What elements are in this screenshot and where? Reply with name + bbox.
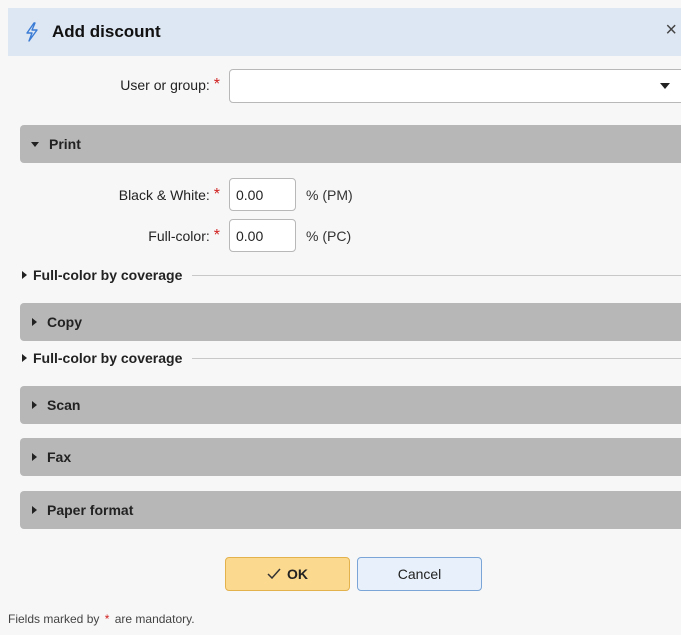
caret-right-icon — [32, 453, 37, 461]
required-mark: * — [104, 612, 110, 626]
black-white-unit: % (PM) — [306, 186, 353, 203]
required-mark: * — [213, 186, 220, 203]
cancel-button[interactable]: Cancel — [357, 557, 482, 591]
footnote-suffix: are mandatory. — [114, 612, 195, 626]
black-white-label: Black & White: — [118, 187, 210, 203]
full-color-input[interactable] — [229, 219, 296, 252]
full-color-label: Full-color: — [148, 228, 210, 244]
full-color-input-row: % (PC) — [229, 219, 351, 252]
caret-right-icon — [32, 506, 37, 514]
lightning-icon — [22, 21, 42, 43]
caret-down-icon — [31, 141, 39, 147]
section-paper-format[interactable]: Paper format — [20, 491, 681, 529]
full-color-unit: % (PC) — [306, 227, 352, 244]
copy-coverage-label: Full-color by coverage — [33, 350, 183, 366]
section-paper-format-label: Paper format — [47, 502, 134, 518]
ok-button-label: OK — [287, 566, 308, 582]
required-mark: * — [213, 227, 220, 244]
required-mark: * — [213, 76, 220, 93]
dialog-title-bar: Add discount × — [8, 8, 681, 56]
section-copy-label: Copy — [47, 314, 82, 330]
divider — [192, 357, 681, 359]
close-icon[interactable]: × — [665, 20, 677, 40]
black-white-input-row: % (PM) — [229, 178, 353, 211]
section-print[interactable]: Print — [20, 125, 681, 163]
section-print-label: Print — [49, 136, 81, 152]
cancel-button-label: Cancel — [397, 566, 442, 582]
section-fax[interactable]: Fax — [20, 438, 681, 476]
black-white-input[interactable] — [229, 178, 296, 211]
print-coverage-label: Full-color by coverage — [33, 267, 183, 283]
check-icon — [267, 566, 281, 582]
footnote-prefix: Fields marked by — [8, 612, 100, 626]
full-color-label-row: Full-color: * — [20, 227, 220, 245]
caret-right-icon — [32, 401, 37, 409]
ok-button[interactable]: OK — [225, 557, 350, 591]
add-discount-dialog: Add discount × User or group: * Print Bl… — [0, 0, 681, 635]
caret-right-icon — [22, 271, 27, 279]
mandatory-footnote: Fields marked by * are mandatory. — [8, 612, 195, 626]
divider — [192, 274, 681, 276]
user-group-label: User or group: — [120, 77, 210, 93]
caret-right-icon — [22, 354, 27, 362]
caret-right-icon — [32, 318, 37, 326]
user-group-select[interactable] — [229, 69, 681, 103]
dialog-title: Add discount — [52, 22, 161, 41]
chevron-down-icon — [660, 83, 670, 89]
print-coverage-toggle[interactable]: Full-color by coverage — [20, 265, 681, 285]
user-group-label-row: User or group: * — [20, 76, 220, 94]
section-scan-label: Scan — [47, 397, 81, 413]
section-scan[interactable]: Scan — [20, 386, 681, 424]
section-fax-label: Fax — [47, 449, 72, 465]
black-white-label-row: Black & White: * — [20, 186, 220, 204]
section-copy[interactable]: Copy — [20, 303, 681, 341]
copy-coverage-toggle[interactable]: Full-color by coverage — [20, 348, 681, 368]
